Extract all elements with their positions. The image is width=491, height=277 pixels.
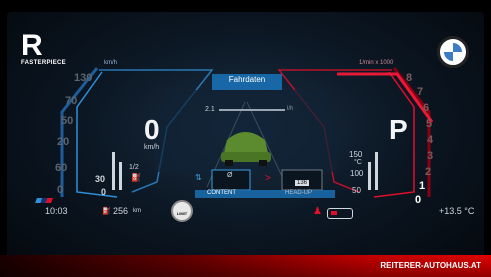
cluster-frame-graphics <box>60 67 434 198</box>
fuel-pump-icon: ⛽ <box>102 208 111 215</box>
rpm-scale-label: 4 <box>427 134 434 146</box>
seatbelt-warning-icon: ♟ <box>313 206 322 217</box>
speed-unit: km/h <box>144 144 160 151</box>
rpm-scale-label: 2 <box>425 166 432 178</box>
temp-low-value: 50 <box>352 186 361 195</box>
up-down-arrows-icon[interactable]: ⇅ <box>195 173 202 182</box>
brand-logo-letter: R <box>21 29 43 62</box>
speed-scale-unit: km/h <box>104 60 118 66</box>
speed-scale-label: 50 <box>61 115 74 127</box>
rpm-scale-unit: 1/min x 1000 <box>359 60 394 66</box>
m-logo-icon <box>35 198 53 203</box>
range-value: 256 <box>113 206 129 216</box>
rpm-scale-label: 8 <box>406 72 413 84</box>
rpm-scale-label: 7 <box>417 86 424 98</box>
rpm-scale-label: 6 <box>423 102 430 114</box>
speed-limit-badge: LIMIT <box>171 200 193 222</box>
clock: 10:03 <box>45 206 68 216</box>
consumption-value: 2.1 <box>205 106 215 113</box>
speed-scale-label: 70 <box>65 95 78 107</box>
next-arrow-icon[interactable]: > <box>265 173 271 184</box>
temp-high-value: 150 <box>349 150 363 159</box>
content-tile-symbol[interactable]: Ø <box>227 172 232 179</box>
range-unit: km <box>133 208 141 214</box>
outside-temperature: +13.5 °C <box>439 206 475 216</box>
rpm-scale-label: 1 <box>419 180 426 192</box>
speed-value: 0 <box>144 114 160 145</box>
brand-logo: R FASTERPIECE <box>21 29 66 67</box>
rpm-scale-label: 5 <box>426 118 433 130</box>
fuel-level-label: 1/2 <box>129 164 139 171</box>
bmw-roundel-icon <box>437 36 469 68</box>
fuel-icon: ⛽ <box>131 173 141 182</box>
center-title: Fahrdaten <box>228 75 266 84</box>
speed-scale-label: 130 <box>74 72 93 84</box>
temp-mid-value: 100 <box>350 169 364 178</box>
temp-unit: °C <box>354 159 362 166</box>
dealer-banner: REITERER-AUTOHAUS.AT <box>0 255 491 277</box>
tab-content[interactable]: CONTENT <box>207 190 236 196</box>
brand-logo-text: FASTERPIECE <box>21 60 66 66</box>
instrument-cluster: R FASTERPIECE km/h 130 70 50 20 60 0 0 k… <box>7 12 484 270</box>
speed-scale-label: 60 <box>55 162 68 174</box>
dealer-name: REITERER-AUTOHAUS.AT <box>380 261 481 270</box>
fuel-bottom-value: 0 <box>101 187 107 197</box>
rpm-scale-label: 0 <box>415 194 422 206</box>
speed-limit-label: LIMIT <box>176 211 188 216</box>
rpm-scale-label: 3 <box>427 150 434 162</box>
gear-indicator: P <box>389 114 408 145</box>
head-up-tile-value[interactable]: 136 <box>295 180 310 186</box>
tab-head-up[interactable]: HEAD-UP <box>285 190 312 196</box>
photo-frame: R FASTERPIECE km/h 130 70 50 20 60 0 0 k… <box>0 0 491 277</box>
speed-scale-label: 20 <box>57 136 70 148</box>
speed-scale-label: 0 <box>57 184 64 196</box>
door-status-car-icon <box>327 208 353 219</box>
consumption-unit: l/h <box>287 106 294 112</box>
fuel-lower-value: 30 <box>95 174 106 184</box>
